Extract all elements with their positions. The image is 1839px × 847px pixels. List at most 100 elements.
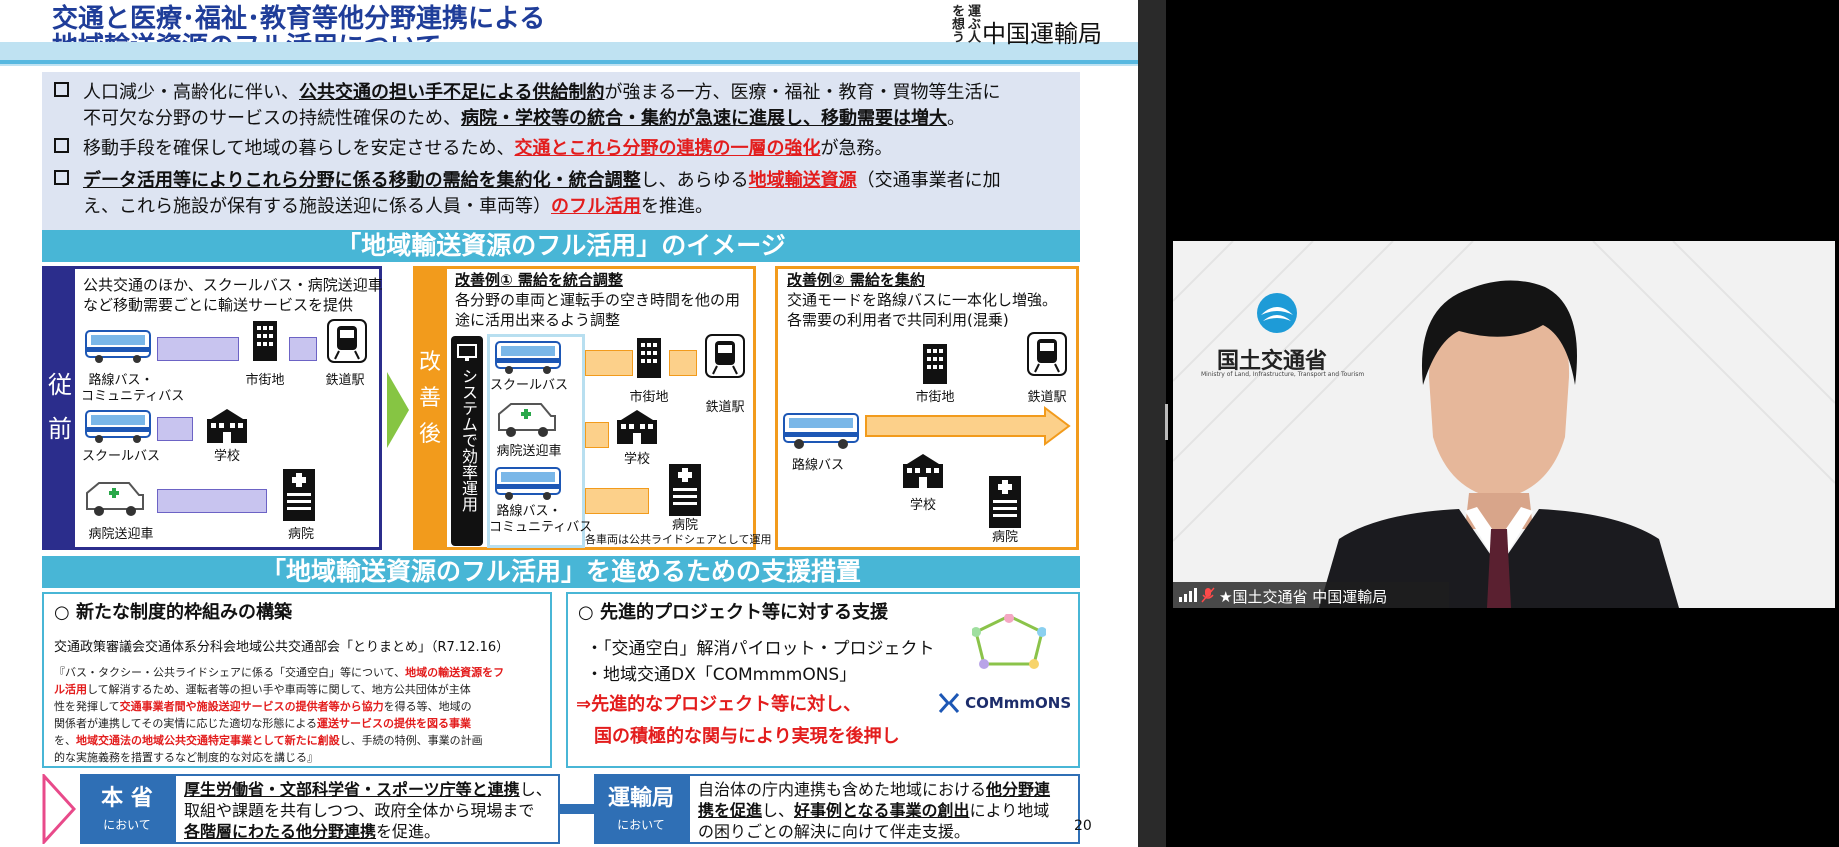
resize-handle[interactable] [1165, 404, 1168, 440]
intro-bullet-3: データ活用等によりこれら分野に係る移動の需給を集約化・統合調整し、あらゆる地域輸… [54, 168, 1001, 220]
commmons-logo: COMmmONS [938, 692, 1071, 714]
ex2-bus-label: 路線バス [791, 458, 844, 473]
after-panel: 改 善 後 システムで効率運用 改善例① 需給を統合調整 各分野の車両と運転手の… [413, 266, 1079, 550]
hospital-icon [283, 469, 315, 521]
bus-icon [783, 413, 859, 449]
arrow-bus-to-school [157, 417, 193, 441]
after-city-label: 市街地 [629, 390, 669, 405]
before-desc-1: 公共交通のほか、スクールバス・病院送迎車 [83, 276, 383, 294]
presentation-slide: 交通と医療･福祉･教育等他分野連携による 地域輸送資源のフル活用について 運ぶ人… [0, 0, 1138, 847]
left-box-heading: ○ 新たな制度的枠組みの構築 [54, 602, 292, 623]
before-school-label: 学校 [213, 449, 240, 464]
bus-icon [85, 330, 151, 363]
left-box-body: 『バス・タクシー・公共ライドシェアに係る「交通空白」等について、地域の輸送資源を… [54, 666, 505, 764]
participant-name: ★国土交通省 中国運輸局 [1219, 588, 1388, 606]
ambulance-car-icon [498, 403, 556, 437]
before-hospital-car-label: 病院送迎車 [88, 527, 154, 542]
school-bus-icon [495, 341, 561, 374]
arrow-bus-to-city [157, 337, 239, 361]
monitor-icon [457, 344, 477, 361]
square-bullet-icon [54, 138, 69, 153]
before-desc-2: など移動需要ごとに輸送サービスを提供 [83, 296, 354, 314]
ministry-tag: 本 省 において [80, 774, 174, 844]
page-number: 20 [1074, 818, 1092, 834]
advanced-project-box: ○ 先進的プロジェクト等に対する支援 ・「交通空白」解消パイロット・プロジェクト… [566, 592, 1080, 768]
right-box-heading: ○ 先進的プロジェクト等に対する支援 [578, 602, 888, 623]
ministry-text: 厚生労働省・文部科学省・スポーツ庁等と連携し、 取組や課題を共有しつつ、政府全体… [174, 774, 560, 844]
arrow-to-hospital [585, 488, 649, 514]
ex2-station-label: 鉄道駅 [1027, 390, 1067, 405]
square-bullet-icon [54, 170, 69, 185]
arrow-city-to-station [669, 350, 697, 376]
building-icon [253, 321, 277, 361]
calligraphy-logo: 運ぶ人を想う [949, 4, 980, 43]
institutional-framework-box: ○ 新たな制度的枠組みの構築 交通政策審議会交通体系分科会地域公共交通部会「とり… [42, 592, 552, 768]
after-hospital-car-label: 病院送迎車 [496, 444, 562, 459]
intro-bullet-1: 人口減少・高齢化に伴い、公共交通の担い手不足による供給制約が強まる一方、医療・福… [54, 80, 1000, 132]
right-box-item-2: ・地域交通DX「COMmmmONS」 [586, 665, 857, 685]
support-banner: 「地域輸送資源のフル活用」を進めるための支援措置 [42, 556, 1080, 588]
example2-desc-2: 各需要の利用者で共同利用(混乗) [787, 311, 1009, 329]
before-hospital-label: 病院 [287, 527, 314, 542]
cycle-diagram-icon [972, 614, 1046, 669]
after-station-label: 鉄道駅 [705, 400, 745, 415]
school-bus-icon [85, 410, 151, 443]
hospital-icon [669, 464, 701, 516]
participant-video-tile[interactable]: 国土交通省 Ministry of Land, Infrastructure, … [1173, 241, 1835, 608]
square-bullet-icon [54, 82, 69, 97]
participant-person [1319, 280, 1679, 608]
school-icon [207, 409, 247, 443]
left-box-sub: 交通政策審議会交通体系分科会地域公共交通部会「とりまとめ」（R7.12.16） [54, 640, 510, 655]
before-panel: 従 前 公共交通のほか、スクールバス・病院送迎車 など移動需要ごとに輸送サービス… [42, 266, 383, 550]
ex2-city-label: 市街地 [915, 390, 955, 405]
system-bar: システムで効率運用 [451, 336, 483, 546]
building-icon [923, 344, 947, 384]
intro-bullet-2: 移動手段を確保して地域の暮らしを安定させるため、交通とこれら分野の連携の一層の強… [54, 136, 892, 162]
after-bus-label: 路線バス・ コミュニティバス [489, 504, 593, 535]
image-banner: 「地域輸送資源のフル活用」のイメージ [42, 230, 1080, 262]
muted-mic-icon[interactable] [1201, 587, 1215, 603]
hospital-icon [989, 476, 1021, 528]
building-icon [637, 338, 661, 378]
before-bus-label: 路線バス・ コミュニティバス [81, 373, 185, 404]
after-hospital-label: 病院 [671, 518, 698, 533]
bureau-tag: 運輸局 において [594, 774, 688, 844]
train-station-icon [1027, 332, 1067, 376]
ambulance-car-icon [86, 482, 144, 516]
before-station-label: 鉄道駅 [325, 373, 365, 388]
bus-icon [495, 467, 561, 500]
header-band-line [0, 60, 1138, 64]
system-label: システムで効率運用 [459, 368, 478, 512]
big-arrow-icon [865, 406, 1071, 446]
arrow-to-city [585, 350, 633, 376]
after-school-label: 学校 [623, 452, 650, 467]
before-school-bus-label: スクールバス [81, 449, 160, 464]
commmons-mark-icon [938, 693, 960, 713]
ex2-hospital-label: 病院 [991, 530, 1018, 545]
after-side-label: 改 善 後 [413, 266, 447, 550]
school-icon [617, 410, 657, 444]
example1-desc-1: 各分野の車両と運転手の空き時間を他の用 [455, 291, 741, 309]
after-note: 各車両は公共ライドシェアとして運用 [585, 533, 772, 546]
signal-strength-icon [1179, 588, 1197, 602]
right-box-result-2: 国の積極的な関与により実現を後押し [594, 726, 900, 747]
right-box-item-1: ・「交通空白」解消パイロット・プロジェクト [586, 639, 935, 659]
before-city-label: 市街地 [245, 373, 285, 388]
bureau-text: 自治体の庁内連携も含めた地域における他分野連 携を促進し、好事例となる事業の創出… [688, 774, 1080, 844]
mlit-logo-icon [1257, 293, 1297, 333]
ex2-school-label: 学校 [909, 498, 936, 513]
train-station-icon [705, 334, 745, 378]
name-bar: ★国土交通省 中国運輸局 [1173, 582, 1449, 608]
divider-strip [1138, 0, 1166, 847]
after-school-bus-label: スクールバス [489, 378, 568, 393]
train-station-icon [327, 319, 367, 363]
arrow-city-to-station [289, 337, 317, 361]
agency-name: 中国運輸局 [982, 20, 1102, 48]
transition-arrow-icon [387, 372, 409, 448]
arrow-to-school [585, 422, 609, 448]
example1-title: 改善例① 需給を統合調整 [455, 271, 623, 289]
school-icon [903, 454, 943, 488]
example2-title: 改善例② 需給を集約 [787, 271, 925, 289]
pink-arrow-icon [42, 774, 76, 844]
connector-bar [560, 804, 594, 814]
